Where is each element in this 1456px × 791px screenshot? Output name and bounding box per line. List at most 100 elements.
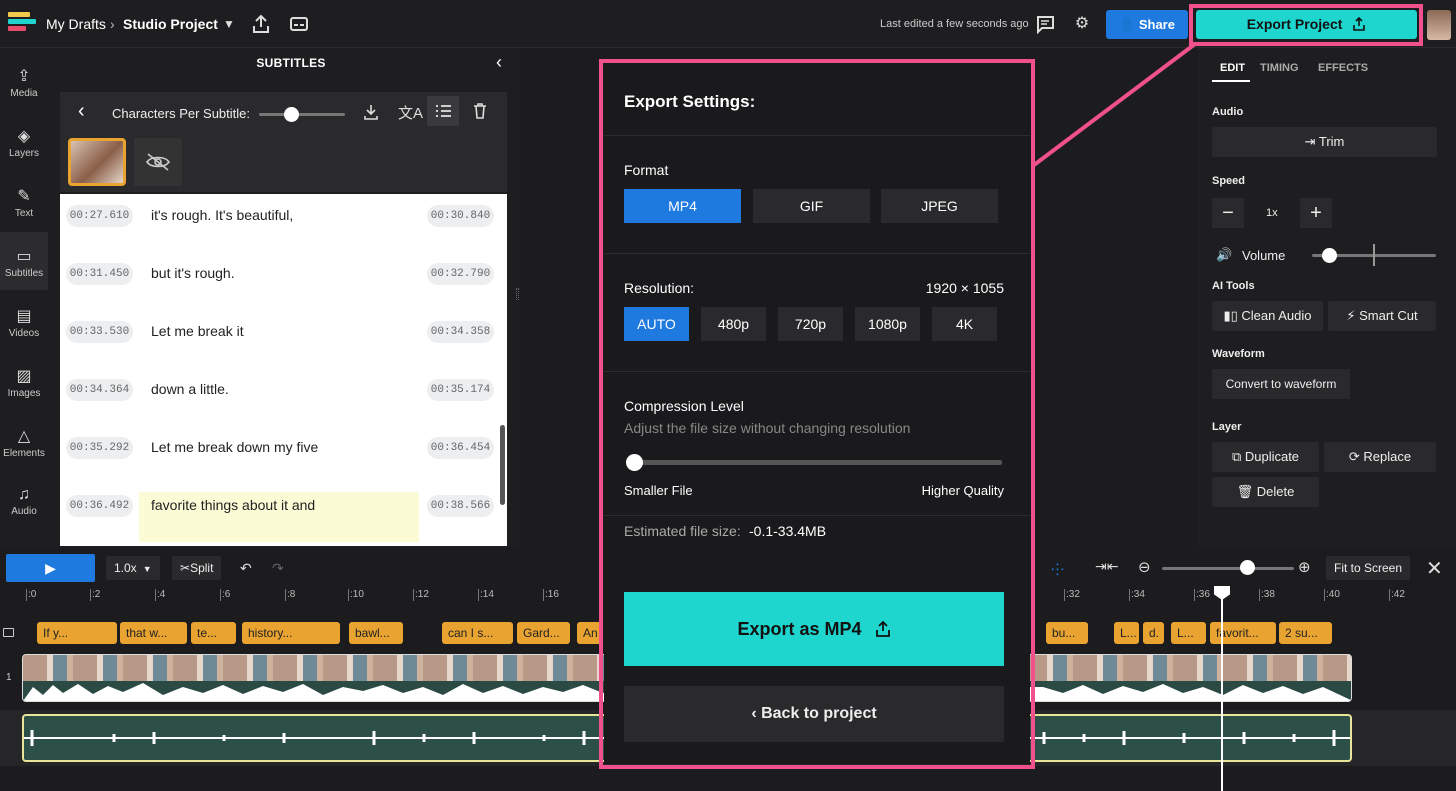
caption-clip[interactable]: favorit... xyxy=(1210,622,1276,644)
share-button[interactable]: 👤 Share xyxy=(1106,10,1188,39)
list-view-button[interactable] xyxy=(427,96,459,126)
subtitle-row[interactable]: 00:35.292 Let me break down my five 00:3… xyxy=(60,426,507,484)
fit-width-icon[interactable]: ⇥⇤ xyxy=(1095,558,1118,575)
settings-gear-icon[interactable]: ⚙ xyxy=(1071,13,1093,35)
caption-clip[interactable]: te... xyxy=(191,622,236,644)
clean-audio-button[interactable]: ▮▯ Clean Audio xyxy=(1212,301,1323,331)
subtitle-start-time[interactable]: 00:33.530 xyxy=(66,321,133,343)
subtitle-start-time[interactable]: 00:31.450 xyxy=(66,263,133,285)
fit-to-screen-button[interactable]: Fit to Screen xyxy=(1326,556,1411,580)
waveform-icon: ▮▯ xyxy=(1223,308,1242,323)
trash-icon[interactable] xyxy=(471,102,489,120)
caption-clip[interactable]: bawl... xyxy=(349,622,403,644)
rail-item-media[interactable]: ⇪ Media xyxy=(0,52,48,110)
speed-decrease-button[interactable]: − xyxy=(1212,198,1244,228)
delete-button[interactable]: 🗑 Delete xyxy=(1212,477,1319,507)
subtitle-end-time[interactable]: 00:32.790 xyxy=(427,263,494,285)
caption-clip[interactable]: If y... xyxy=(37,622,117,644)
collapse-panel-icon[interactable]: ‹ xyxy=(496,52,502,73)
volume-slider-knob[interactable] xyxy=(1322,248,1337,263)
subtitle-row[interactable]: 00:27.610 it's rough. It's beautiful, 00… xyxy=(60,194,507,252)
rail-item-images[interactable]: ▨ Images xyxy=(0,352,48,410)
subtitle-end-time[interactable]: 00:34.358 xyxy=(427,321,494,343)
zoom-out-icon[interactable]: ⊖ xyxy=(1138,558,1151,576)
subtitle-row[interactable]: 00:34.364 down a little. 00:35.174 xyxy=(60,368,507,426)
trim-button[interactable]: ⇥ Trim xyxy=(1212,127,1437,157)
rail-item-elements[interactable]: △ Elements xyxy=(0,412,48,470)
upload-share-icon[interactable] xyxy=(250,13,272,35)
subtitle-text[interactable]: but it's rough. xyxy=(151,265,235,281)
caption-clip[interactable]: L... xyxy=(1171,622,1206,644)
subtitle-row[interactable]: 00:31.450 but it's rough. 00:32.790 xyxy=(60,252,507,310)
subtitle-end-time[interactable]: 00:36.454 xyxy=(427,437,494,459)
speed-increase-button[interactable]: + xyxy=(1300,198,1332,228)
hide-speaker-button[interactable] xyxy=(134,138,182,186)
undo-icon[interactable]: ↶ xyxy=(240,560,252,577)
tab-edit[interactable]: EDIT xyxy=(1220,62,1245,74)
caption-clip[interactable]: bu... xyxy=(1046,622,1088,644)
speaker-thumbnail[interactable] xyxy=(68,138,126,186)
download-icon[interactable] xyxy=(362,103,380,121)
chars-slider-track[interactable] xyxy=(259,113,345,116)
panel-resize-handle[interactable] xyxy=(516,288,519,300)
caption-clip[interactable]: 2 su... xyxy=(1279,622,1332,644)
playhead-handle[interactable] xyxy=(1214,586,1230,600)
rail-item-videos[interactable]: ▤ Videos xyxy=(0,292,48,350)
subtitle-end-time[interactable]: 00:35.174 xyxy=(427,379,494,401)
caption-clip[interactable]: history... xyxy=(242,622,340,644)
subtitle-row-active[interactable]: 00:36.492 favorite things about it and 0… xyxy=(60,484,507,542)
tab-effects[interactable]: EFFECTS xyxy=(1318,62,1368,74)
caption-clip[interactable]: L... xyxy=(1114,622,1139,644)
app-logo[interactable] xyxy=(8,12,36,34)
caption-clip[interactable]: d. xyxy=(1143,622,1164,644)
rail-item-audio[interactable]: ♫ Audio xyxy=(0,472,48,530)
rail-label: Images xyxy=(7,388,41,399)
caption-clip[interactable]: that w... xyxy=(120,622,187,644)
subtitle-list-scrollbar[interactable] xyxy=(500,425,505,505)
subtitles-toggle-icon[interactable] xyxy=(288,13,310,35)
play-button[interactable]: ▶ xyxy=(6,554,95,582)
replace-button[interactable]: ⟳ Replace xyxy=(1324,442,1436,472)
chars-slider-knob[interactable] xyxy=(284,107,299,122)
close-timeline-icon[interactable]: ✕ xyxy=(1426,556,1443,581)
subtitle-start-time[interactable]: 00:35.292 xyxy=(66,437,133,459)
rail-item-text[interactable]: ✎ Text xyxy=(0,172,48,230)
subtitle-text[interactable]: favorite things about it and xyxy=(151,497,315,513)
subtitle-start-time[interactable]: 00:27.610 xyxy=(66,205,133,227)
zoom-slider-knob[interactable] xyxy=(1240,560,1255,575)
zoom-in-icon[interactable]: ⊕ xyxy=(1298,558,1311,576)
comment-icon[interactable] xyxy=(1034,13,1056,35)
volume-icon: 🔊 xyxy=(1216,247,1233,262)
subtitle-end-time[interactable]: 00:38.566 xyxy=(427,495,494,517)
caption-clip[interactable]: can I s... xyxy=(442,622,513,644)
duplicate-button[interactable]: ⧉ Duplicate xyxy=(1212,442,1319,472)
snap-icon[interactable]: ⸭ xyxy=(1051,558,1064,580)
subtitle-start-time[interactable]: 00:36.492 xyxy=(66,495,133,517)
translate-icon[interactable]: 文A xyxy=(398,102,423,123)
playback-speed-dropdown[interactable]: 1.0x ▼ xyxy=(106,556,160,580)
subtitle-text[interactable]: Let me break down my five xyxy=(151,439,318,455)
rail-item-subtitles[interactable]: ▭ Subtitles xyxy=(0,232,48,290)
playhead[interactable] xyxy=(1221,586,1223,791)
redo-icon[interactable]: ↷ xyxy=(272,560,284,577)
convert-to-waveform-button[interactable]: Convert to waveform xyxy=(1212,369,1350,399)
subtitle-text[interactable]: it's rough. It's beautiful, xyxy=(151,207,293,223)
caption-clip[interactable]: Gard... xyxy=(517,622,570,644)
subtitle-text[interactable]: Let me break it xyxy=(151,323,244,339)
breadcrumb-root[interactable]: My Drafts xyxy=(46,16,106,32)
chevron-down-icon[interactable]: ▼ xyxy=(218,13,240,35)
subtitle-start-time[interactable]: 00:34.364 xyxy=(66,379,133,401)
tab-timing[interactable]: TIMING xyxy=(1260,62,1299,74)
subtitle-row[interactable]: 00:33.530 Let me break it 00:34.358 xyxy=(60,310,507,368)
track-number: 1 xyxy=(6,672,12,683)
split-button[interactable]: ✂Split xyxy=(172,556,222,580)
project-name[interactable]: Studio Project xyxy=(123,16,218,32)
rail-item-layers[interactable]: ◈ Layers xyxy=(0,112,48,170)
back-chevron-icon[interactable]: ‹ xyxy=(78,100,85,123)
upload-icon: ⇪ xyxy=(17,68,31,85)
user-avatar[interactable] xyxy=(1427,10,1451,40)
zoom-slider-track[interactable] xyxy=(1162,567,1294,570)
subtitle-end-time[interactable]: 00:30.840 xyxy=(427,205,494,227)
smart-cut-button[interactable]: ⚡ Smart Cut xyxy=(1328,301,1436,331)
subtitle-text[interactable]: down a little. xyxy=(151,381,229,397)
